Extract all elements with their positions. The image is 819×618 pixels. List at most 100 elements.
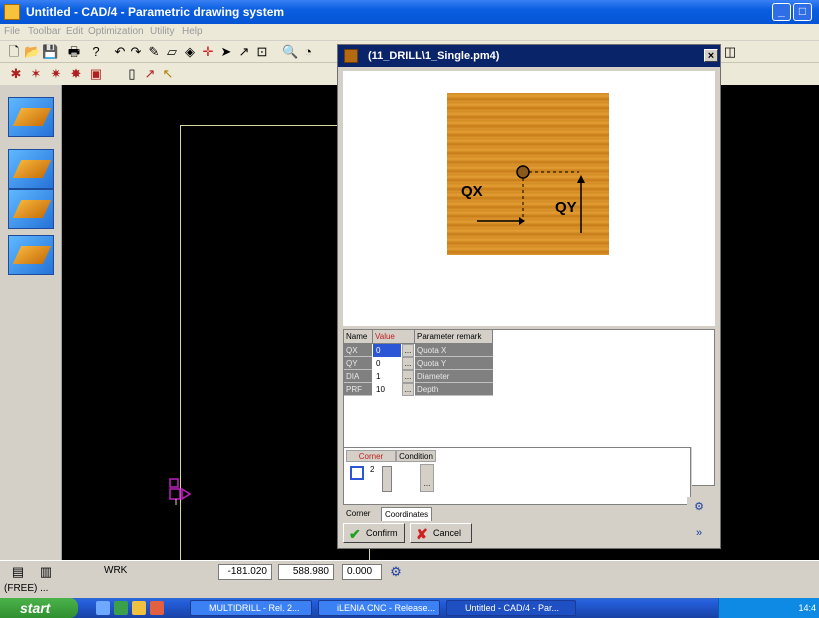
quicklaunch-desktop-icon[interactable] bbox=[96, 601, 110, 615]
quicklaunch-ie-icon[interactable] bbox=[114, 601, 128, 615]
measure-icon[interactable]: ↗ bbox=[236, 44, 252, 60]
undo-icon[interactable]: ↶ bbox=[112, 44, 128, 60]
label-qx: QX bbox=[461, 183, 483, 200]
corner-section: Corner Condition 2 ... bbox=[343, 447, 692, 507]
header-name: Name bbox=[344, 330, 373, 344]
save-icon[interactable]: 💾 bbox=[42, 44, 58, 60]
value-input[interactable]: 1 bbox=[373, 370, 401, 383]
free-status: (FREE) ... bbox=[0, 582, 819, 598]
tool-g-icon[interactable]: ↗ bbox=[142, 66, 158, 82]
menu-file[interactable]: File bbox=[4, 26, 20, 37]
browse-button[interactable]: ... bbox=[402, 370, 414, 383]
zoom-out-icon[interactable]: ◔ bbox=[300, 44, 316, 60]
check-icon: ✔ bbox=[349, 526, 361, 542]
quicklaunch-media-icon[interactable] bbox=[132, 601, 146, 615]
corner-header: Corner bbox=[346, 450, 396, 462]
menubar: File Toolbar Edit Optimization Utility H… bbox=[0, 24, 819, 40]
statusbar: ▤ ▥ WRK -181.020 588.980 0.000 ⚙ bbox=[0, 560, 819, 582]
dialog-titlebar: (11_DRILL\1_Single.pm4) × bbox=[338, 45, 720, 67]
redo-icon[interactable]: ↷ bbox=[128, 44, 144, 60]
tool-h-icon[interactable]: ↖ bbox=[160, 66, 176, 82]
desktop: Untitled - CAD/4 - Parametric drawing sy… bbox=[0, 0, 819, 618]
task-ilenia[interactable]: iLENIA CNC - Release... bbox=[318, 600, 440, 616]
snap-icon[interactable]: ◈ bbox=[182, 44, 198, 60]
header-value: Value bbox=[373, 330, 415, 344]
mode-label: WRK bbox=[104, 565, 128, 576]
confirm-button[interactable]: ✔ Confirm bbox=[343, 523, 405, 543]
maximize-button[interactable]: □ bbox=[793, 3, 812, 21]
coord-tool-icon[interactable]: ⚙ bbox=[388, 564, 404, 580]
zoom-extra-icon[interactable]: ◫ bbox=[722, 44, 738, 60]
main-titlebar: Untitled - CAD/4 - Parametric drawing sy… bbox=[0, 0, 819, 24]
value-input[interactable]: 10 bbox=[373, 383, 401, 396]
system-tray: 14:4 bbox=[718, 598, 819, 618]
menu-help[interactable]: Help bbox=[182, 26, 203, 37]
quicklaunch-app-icon[interactable] bbox=[150, 601, 164, 615]
browse-button[interactable]: ... bbox=[402, 357, 414, 370]
eraser-icon[interactable]: ▱ bbox=[164, 44, 180, 60]
corner-value: 2 bbox=[370, 465, 375, 474]
layer2-icon[interactable]: ▥ bbox=[38, 564, 54, 580]
zoom-window-icon[interactable]: ⊡ bbox=[254, 44, 270, 60]
condition-header: Condition bbox=[396, 450, 436, 462]
tool-a-icon[interactable]: ✱ bbox=[8, 66, 24, 82]
origin-marker-icon bbox=[169, 478, 192, 505]
drill-preview-image: QX QY bbox=[447, 93, 609, 255]
print-icon[interactable]: 🖶 bbox=[66, 44, 82, 60]
layer-icon[interactable]: ▤ bbox=[10, 564, 26, 580]
forward-button[interactable]: » bbox=[687, 523, 711, 543]
settings-button[interactable]: ⚙ bbox=[687, 497, 711, 517]
drill-top-icon[interactable] bbox=[8, 149, 54, 189]
tab-corner[interactable]: Corner bbox=[343, 507, 373, 521]
browse-button[interactable]: ... bbox=[402, 344, 414, 357]
coord-y: 588.980 bbox=[278, 564, 334, 580]
pocket-icon[interactable] bbox=[8, 235, 54, 275]
menu-toolbar[interactable]: Toolbar bbox=[28, 26, 61, 37]
new-icon[interactable]: 🗋 bbox=[6, 44, 22, 60]
corner-spinner[interactable] bbox=[382, 466, 392, 492]
window-title: Untitled - CAD/4 - Parametric drawing sy… bbox=[26, 5, 285, 19]
corner-panel: Corner Condition 2 ... bbox=[343, 447, 691, 505]
value-input[interactable]: 0 bbox=[373, 357, 401, 370]
menu-edit[interactable]: Edit bbox=[66, 26, 83, 37]
left-palette bbox=[0, 85, 62, 560]
dialog-close-button[interactable]: × bbox=[704, 49, 718, 62]
help-icon[interactable]: ? bbox=[88, 44, 104, 60]
pointer-icon[interactable]: ➤ bbox=[218, 44, 234, 60]
parameter-dialog: (11_DRILL\1_Single.pm4) × QX QY Name Val… bbox=[337, 44, 721, 549]
taskbar: start MULTIDRILL - Rel. 2... iLENIA CNC … bbox=[0, 598, 819, 618]
menu-utility[interactable]: Utility bbox=[150, 26, 174, 37]
tool-f-icon[interactable]: ▯ bbox=[124, 66, 140, 82]
tool-d-icon[interactable]: ✸ bbox=[68, 66, 84, 82]
task-multidrill[interactable]: MULTIDRILL - Rel. 2... bbox=[190, 600, 312, 616]
coord-x: -181.020 bbox=[218, 564, 272, 580]
header-remark: Parameter remark bbox=[415, 330, 493, 344]
coord-z: 0.000 bbox=[342, 564, 382, 580]
drill-side-icon[interactable] bbox=[8, 189, 54, 229]
tool-c-icon[interactable]: ✷ bbox=[48, 66, 64, 82]
browse-button[interactable]: ... bbox=[402, 383, 414, 396]
zoom-in-icon[interactable]: 🔍 bbox=[282, 44, 298, 60]
menu-optimization[interactable]: Optimization bbox=[88, 26, 144, 37]
crosshair-icon[interactable]: ✛ bbox=[200, 44, 216, 60]
dialog-title: (11_DRILL\1_Single.pm4) bbox=[368, 50, 500, 62]
label-qy: QY bbox=[555, 199, 577, 216]
task-cad4[interactable]: Untitled - CAD/4 - Par... bbox=[446, 600, 576, 616]
cross-icon: ✘ bbox=[416, 526, 428, 542]
value-input[interactable]: 0 bbox=[373, 344, 401, 357]
draw-icon[interactable]: ✎ bbox=[146, 44, 162, 60]
condition-browse-button[interactable]: ... bbox=[420, 464, 434, 492]
corner-select-icon[interactable] bbox=[350, 466, 364, 480]
start-button[interactable]: start bbox=[0, 598, 78, 618]
macro-block-icon[interactable] bbox=[8, 97, 54, 137]
preview-panel: QX QY bbox=[343, 71, 715, 326]
cancel-button[interactable]: ✘ Cancel bbox=[410, 523, 472, 543]
tool-b-icon[interactable]: ✶ bbox=[28, 66, 44, 82]
app-icon bbox=[4, 4, 20, 20]
tab-coordinates[interactable]: Coordinates bbox=[381, 507, 433, 521]
minimize-button[interactable]: _ bbox=[772, 3, 791, 21]
open-icon[interactable]: 📂 bbox=[24, 44, 40, 60]
tool-e-icon[interactable]: ▣ bbox=[88, 66, 104, 82]
dialog-icon bbox=[344, 49, 358, 63]
preview-arrows-icon bbox=[477, 165, 585, 233]
